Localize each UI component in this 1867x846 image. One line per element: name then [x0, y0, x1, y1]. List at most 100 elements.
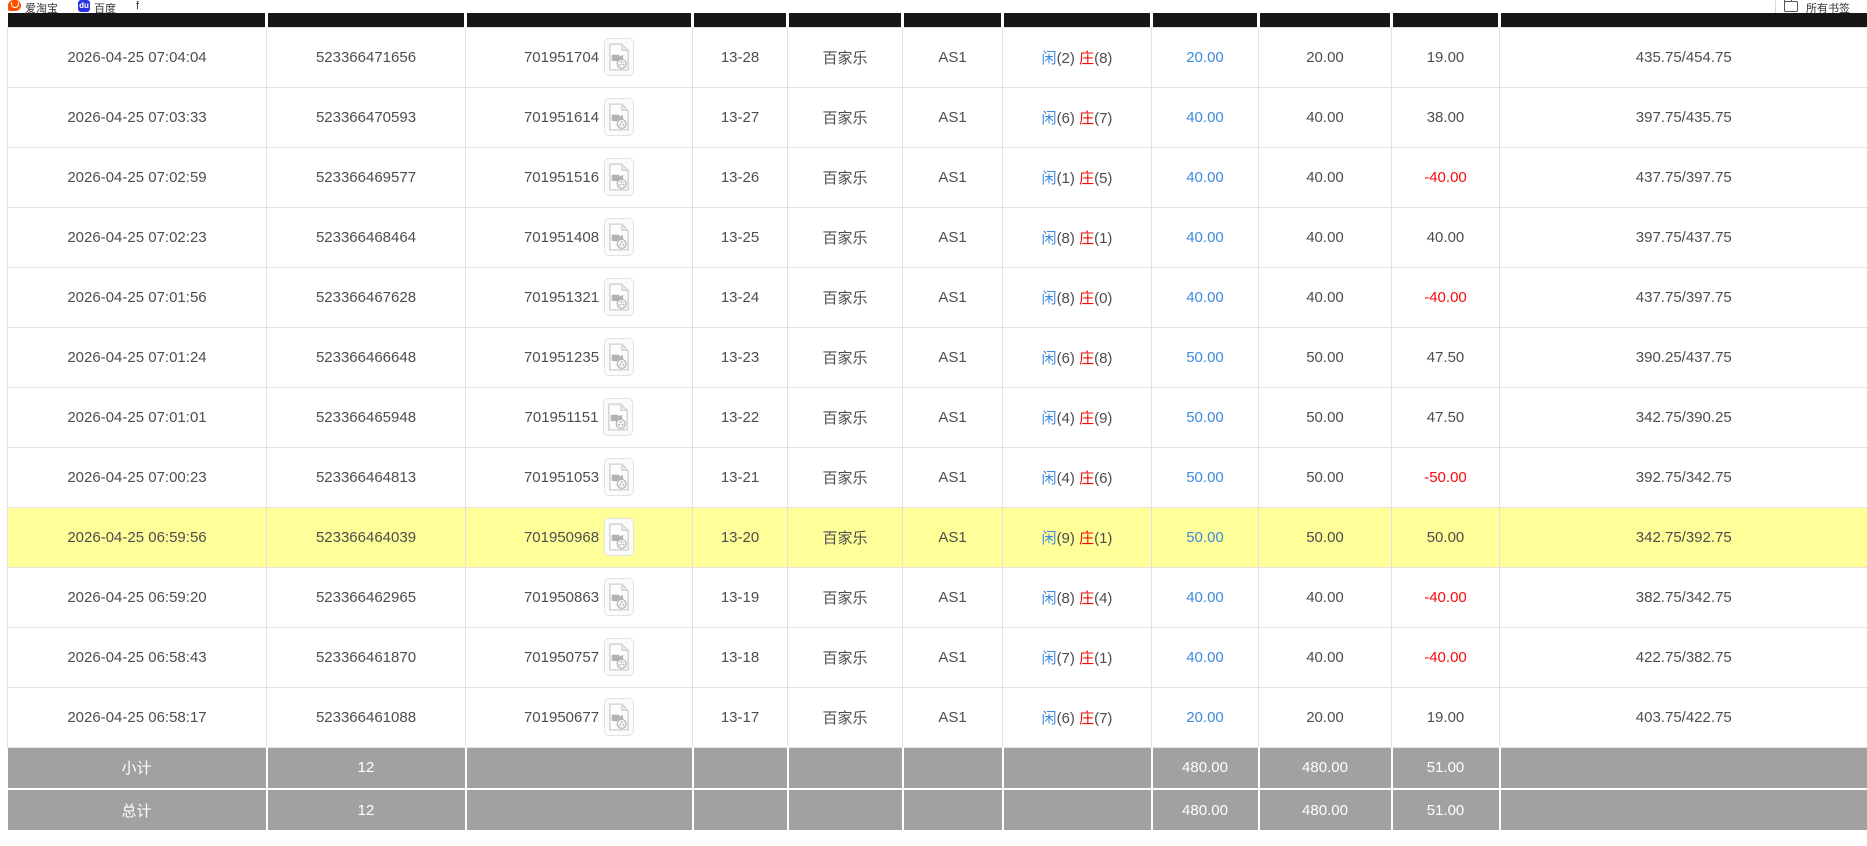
result-cell: 闲(1) 庄(5): [1003, 147, 1152, 207]
bookmarks-divider: [1775, 0, 1776, 13]
all-bookmarks-button[interactable]: 所有书签: [1767, 0, 1867, 13]
banker-score: (1): [1094, 230, 1112, 247]
video-replay-button[interactable]: [604, 518, 634, 556]
summary-winloss-cell: 51.00: [1392, 747, 1500, 789]
player-score: (4): [1057, 470, 1075, 487]
player-score: (2): [1057, 50, 1075, 67]
round-number-cell: 13-23: [693, 327, 788, 387]
video-replay-button[interactable]: [604, 458, 634, 496]
taobao-icon: [8, 0, 21, 11]
banker-score: (6): [1094, 470, 1112, 487]
summary-empty-cell: [1003, 747, 1152, 789]
table-name-cell: AS1: [903, 327, 1003, 387]
bet-amount-cell: 40.00: [1152, 207, 1259, 267]
summary-empty-cell: [903, 789, 1003, 831]
table-name-cell: AS1: [903, 567, 1003, 627]
video-replay-button[interactable]: [604, 218, 634, 256]
summary-winloss-cell: 51.00: [1392, 789, 1500, 831]
video-replay-button[interactable]: [604, 158, 634, 196]
bet-time-cell: 2026-04-25 07:01:24: [8, 327, 267, 387]
video-replay-button[interactable]: [604, 278, 634, 316]
all-bookmarks-label: 所有书签: [1806, 0, 1850, 13]
table-row[interactable]: 2026-04-25 06:58:43 523366461870 7019507…: [8, 627, 1867, 687]
video-replay-button[interactable]: [604, 98, 634, 136]
bet-amount-cell: 40.00: [1152, 87, 1259, 147]
player-label: 闲: [1042, 50, 1057, 67]
bet-time-cell: 2026-04-25 06:58:43: [8, 627, 267, 687]
result-cell: 闲(4) 庄(6): [1003, 447, 1152, 507]
bet-id-cell: 523366462965: [267, 567, 466, 627]
table-row[interactable]: 2026-04-25 07:02:59 523366469577 7019515…: [8, 147, 1867, 207]
video-replay-button[interactable]: [603, 398, 633, 436]
video-replay-button[interactable]: [604, 38, 634, 76]
summary-bet-cell: 480.00: [1152, 789, 1259, 831]
valid-amount-cell: 50.00: [1259, 447, 1392, 507]
banker-score: (1): [1094, 650, 1112, 667]
round-number-cell: 13-22: [693, 387, 788, 447]
header-cell: [1152, 13, 1259, 27]
banker-label: 庄: [1079, 590, 1094, 607]
round-id: 701951235: [524, 349, 599, 366]
bet-id-cell: 523366464039: [267, 507, 466, 567]
table-row[interactable]: 2026-04-25 07:01:01 523366465948 7019511…: [8, 387, 1867, 447]
winloss-cell: -40.00: [1392, 627, 1500, 687]
bookmark-baidu[interactable]: du 百度: [78, 0, 116, 13]
bet-id-cell: 523366467628: [267, 267, 466, 327]
video-replay-button[interactable]: [604, 338, 634, 376]
game-type-cell: 百家乐: [788, 567, 903, 627]
bet-time-cell: 2026-04-25 07:02:23: [8, 207, 267, 267]
summary-row: 总计 12 480.00 480.00 51.00: [8, 789, 1867, 831]
balance-cell: 397.75/437.75: [1500, 207, 1867, 267]
summary-empty-cell: [1003, 789, 1152, 831]
bet-id-cell: 523366470593: [267, 87, 466, 147]
bookmark-partial[interactable]: f: [136, 0, 139, 12]
balance-cell: 437.75/397.75: [1500, 147, 1867, 207]
banker-label: 庄: [1079, 470, 1094, 487]
video-file-icon: [608, 163, 630, 191]
bet-id-cell: 523366469577: [267, 147, 466, 207]
table-row[interactable]: 2026-04-25 07:01:56 523366467628 7019513…: [8, 267, 1867, 327]
player-score: (6): [1057, 710, 1075, 727]
table-row[interactable]: 2026-04-25 06:59:20 523366462965 7019508…: [8, 567, 1867, 627]
banker-label: 庄: [1079, 290, 1094, 307]
game-type-cell: 百家乐: [788, 447, 903, 507]
player-score: (8): [1057, 230, 1075, 247]
game-type-cell: 百家乐: [788, 147, 903, 207]
banker-label: 庄: [1079, 50, 1094, 67]
result-cell: 闲(6) 庄(8): [1003, 327, 1152, 387]
video-replay-button[interactable]: [604, 638, 634, 676]
player-score: (6): [1057, 350, 1075, 367]
summary-empty-cell: [788, 789, 903, 831]
table-row[interactable]: 2026-04-25 07:00:23 523366464813 7019510…: [8, 447, 1867, 507]
player-label: 闲: [1042, 110, 1057, 127]
valid-amount-cell: 50.00: [1259, 507, 1392, 567]
valid-amount-cell: 20.00: [1259, 687, 1392, 747]
round-id-cell: 701951235: [466, 327, 693, 387]
bet-time-cell: 2026-04-25 07:01:01: [8, 387, 267, 447]
round-number-cell: 13-17: [693, 687, 788, 747]
table-row[interactable]: 2026-04-25 07:01:24 523366466648 7019512…: [8, 327, 1867, 387]
video-replay-button[interactable]: [604, 578, 634, 616]
round-id: 701950757: [524, 649, 599, 666]
table-name-cell: AS1: [903, 87, 1003, 147]
round-number-cell: 13-24: [693, 267, 788, 327]
balance-cell: 422.75/382.75: [1500, 627, 1867, 687]
table-row[interactable]: 2026-04-25 06:59:56 523366464039 7019509…: [8, 507, 1867, 567]
table-name-cell: AS1: [903, 447, 1003, 507]
balance-cell: 390.25/437.75: [1500, 327, 1867, 387]
round-id: 701951321: [524, 289, 599, 306]
round-id: 701950863: [524, 589, 599, 606]
table-row[interactable]: 2026-04-25 06:58:17 523366461088 7019506…: [8, 687, 1867, 747]
header-cell: [1259, 13, 1392, 27]
table-row[interactable]: 2026-04-25 07:03:33 523366470593 7019516…: [8, 87, 1867, 147]
player-label: 闲: [1042, 590, 1057, 607]
table-row[interactable]: 2026-04-25 07:04:04 523366471656 7019517…: [8, 27, 1867, 87]
player-label: 闲: [1042, 410, 1057, 427]
table-row[interactable]: 2026-04-25 07:02:23 523366468464 7019514…: [8, 207, 1867, 267]
round-number-cell: 13-25: [693, 207, 788, 267]
video-replay-button[interactable]: [604, 698, 634, 736]
video-file-icon: [608, 43, 630, 71]
balance-cell: 392.75/342.75: [1500, 447, 1867, 507]
banker-label: 庄: [1079, 530, 1094, 547]
bookmark-aitaobao[interactable]: 爱淘宝: [8, 0, 58, 13]
